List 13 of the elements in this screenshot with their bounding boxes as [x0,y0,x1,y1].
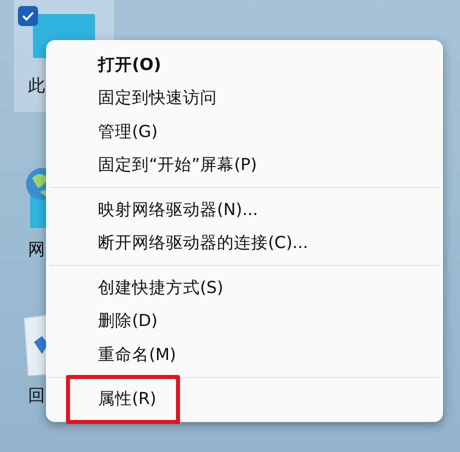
icon-label: 网 [28,239,45,261]
menu-item[interactable]: 属性(R) [46,382,443,416]
menu-item[interactable]: 断开网络驱动器的连接(C)... [46,226,443,260]
menu-item[interactable]: 映射网络驱动器(N)... [46,193,443,226]
icon-label: 此 [28,75,45,97]
icon-label: 回 [28,385,45,407]
menu-item[interactable]: 固定到快速访问 [46,82,443,115]
menu-item[interactable]: 管理(G) [46,115,443,148]
menu-item[interactable]: 固定到“开始”屏幕(P) [46,148,443,182]
menu-item[interactable]: 创建快捷方式(S) [46,271,443,304]
menu-item[interactable]: 重命名(M) [46,338,443,372]
menu-item[interactable]: 删除(D) [46,304,443,338]
menu-item[interactable]: 打开(O) [46,48,443,82]
